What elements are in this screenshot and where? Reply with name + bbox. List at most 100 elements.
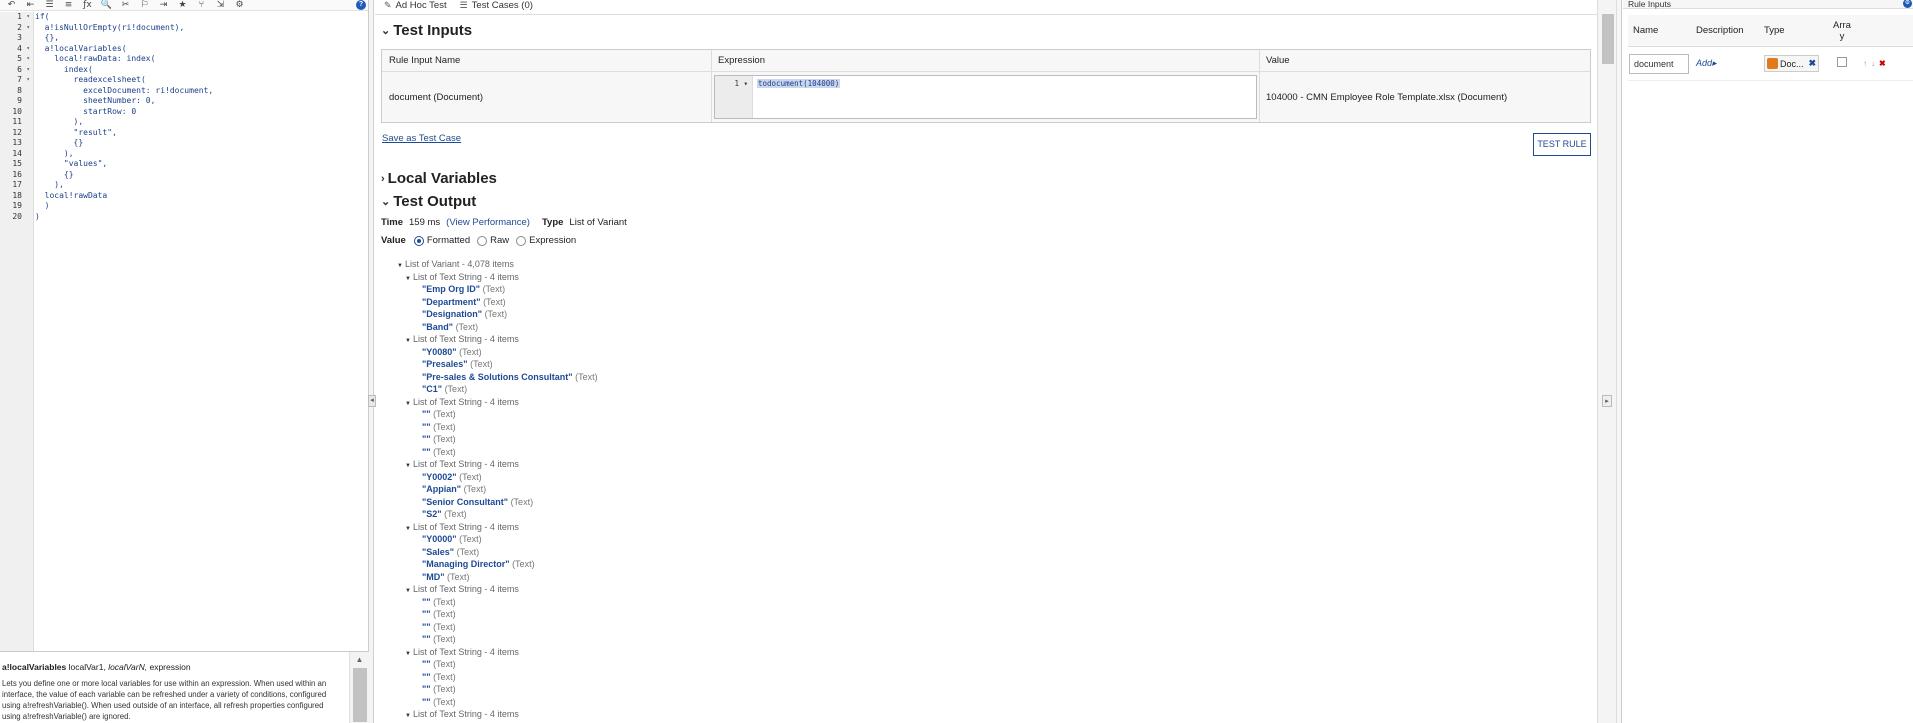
tree-group[interactable]: ▼ List of Text String - 4 items	[397, 396, 598, 409]
tree-group[interactable]: ▼ List of Text String - 4 items	[397, 583, 598, 596]
rule-designer: ↶ ⇤ ☰ ≡ ƒx 🔍 ✂ ⚐ ⇥ ★ ⑂ ⇲ ⚙? 1 ▾ 2 ▾ 3 4 ▾ 5 ▾ 6 ▾ 7 ▾ 8 9 10 11 12 13 1…	[0, 0, 1913, 723]
tree-group[interactable]: ▼ List of Text String - 4 items	[397, 271, 598, 284]
tree-group[interactable]: ▼ List of Text String - 4 items	[397, 458, 598, 471]
tree-group[interactable]: ▼ List of Text String - 4 items	[397, 646, 598, 659]
scroll-up-icon[interactable]: ▲	[350, 655, 369, 664]
toolbar-button[interactable]: ƒx	[78, 0, 97, 10]
toolbar-button[interactable]: ✂	[116, 0, 135, 10]
collapse-right-icon[interactable]: ▸	[1602, 395, 1612, 407]
fold-icon[interactable]: ▾	[26, 12, 30, 23]
code-line[interactable]: index(	[35, 65, 365, 76]
help-icon[interactable]: ?	[356, 0, 366, 10]
center-scrollbar[interactable]: ▸	[1597, 0, 1617, 723]
right-splitter[interactable]	[1617, 0, 1622, 723]
expression-input[interactable]: 1 ▾ todocument(104000)	[714, 75, 1257, 119]
tree-item-type: (Text)	[433, 634, 456, 644]
tree-item: "" (Text)	[397, 433, 598, 446]
toolbar-button[interactable]: ⇲	[211, 0, 230, 10]
tree-item-value: "Presales"	[422, 359, 468, 369]
code-line[interactable]: readexcelsheet(	[35, 75, 365, 86]
code-line[interactable]: "values",	[35, 159, 365, 170]
view-performance-link[interactable]: (View Performance)	[446, 217, 530, 228]
left-splitter[interactable]: ◂	[368, 0, 376, 723]
toolbar-button[interactable]: ⚙	[230, 0, 249, 10]
radio-button[interactable]	[477, 235, 488, 246]
tree-item-type: (Text)	[433, 621, 456, 632]
tab-test-cases[interactable]: ☰ Test Cases (0)	[457, 0, 543, 14]
tab-ad-hoc-test[interactable]: ✎ Ad Hoc Test	[381, 0, 457, 14]
toolbar-button[interactable]: ≡	[59, 0, 78, 10]
toolbar-button[interactable]: ↶	[2, 0, 21, 10]
toolbar-button[interactable]: ★	[173, 0, 192, 10]
move-up-icon[interactable]: ↑	[1863, 59, 1867, 68]
delete-icon[interactable]: ✖	[1879, 59, 1886, 68]
toolbar-button[interactable]: ⑂	[192, 0, 211, 10]
code-lines[interactable]: if( a!isNullOrEmpty(ri!document), {}, a!…	[35, 12, 365, 222]
code-line[interactable]: local!rawData	[35, 191, 365, 202]
fold-icon[interactable]: ▾	[26, 75, 30, 86]
tree-root[interactable]: ▼ List of Variant - 4,078 items	[397, 258, 598, 271]
toolbar-button[interactable]: ⚐	[135, 0, 154, 10]
doc-scrollbar[interactable]: ▲	[349, 652, 369, 723]
code-line[interactable]: if(	[35, 12, 365, 23]
clear-type-icon[interactable]: ✖	[1809, 58, 1817, 69]
tree-item-type: (Text)	[433, 434, 456, 444]
code-line[interactable]: excelDocument: ri!document,	[35, 86, 365, 97]
scroll-thumb[interactable]	[1602, 14, 1614, 64]
code-line[interactable]: ),	[35, 149, 365, 160]
code-line[interactable]: {},	[35, 33, 365, 44]
array-checkbox[interactable]	[1837, 57, 1847, 67]
test-rule-button[interactable]: TEST RULE	[1533, 133, 1591, 156]
table-header: Rule Input Name Expression Value	[382, 50, 1590, 72]
fold-icon[interactable]: ▾	[26, 65, 30, 76]
save-as-test-case-link[interactable]: Save as Test Case	[382, 133, 461, 144]
local-variables-header[interactable]: › Local Variables	[381, 170, 497, 187]
radio-expression[interactable]: Expression	[516, 235, 576, 246]
radio-formatted[interactable]: Formatted	[413, 235, 470, 246]
test-output-header[interactable]: ⌄ Test Output	[381, 193, 476, 210]
tree-item-value: ""	[422, 659, 431, 669]
tree-item-value: ""	[422, 446, 431, 457]
function-documentation: a!localVariables localVar1, localVarN, e…	[0, 651, 369, 723]
fold-icon[interactable]: ▾	[26, 23, 30, 34]
code-line[interactable]: )	[35, 212, 365, 223]
col-array: Array	[1833, 19, 1851, 42]
code-line[interactable]: "result",	[35, 128, 365, 139]
toolbar-button[interactable]: ☰	[40, 0, 59, 10]
move-down-icon[interactable]: ↓	[1871, 59, 1875, 68]
tree-item-type: (Text)	[444, 509, 467, 519]
radio-button[interactable]	[516, 235, 527, 246]
tree-group[interactable]: ▼ List of Text String - 4 items	[397, 521, 598, 534]
tree-group[interactable]: ▼ List of Text String - 4 items	[397, 333, 598, 346]
code-line[interactable]: startRow: 0	[35, 107, 365, 118]
scroll-thumb[interactable]	[353, 668, 367, 722]
code-editor[interactable]: 1 ▾ 2 ▾ 3 4 ▾ 5 ▾ 6 ▾ 7 ▾ 8 9 10 11 12 13 14 15 16 17 18 19 20 if…	[0, 12, 368, 652]
expand-toggle-icon[interactable]: ▼	[405, 710, 413, 723]
code-line[interactable]: a!localVariables(	[35, 44, 365, 55]
code-line[interactable]: a!isNullOrEmpty(ri!document),	[35, 23, 365, 34]
code-line[interactable]: {}	[35, 170, 365, 181]
code-line[interactable]: ),	[35, 117, 365, 128]
code-line[interactable]: {}	[35, 138, 365, 149]
code-line[interactable]: sheetNumber: 0,	[35, 96, 365, 107]
type-picker[interactable]: Doc... ✖	[1764, 55, 1820, 72]
toolbar-button[interactable]: 🔍	[97, 0, 116, 10]
tree-item: "Senior Consultant" (Text)	[397, 496, 598, 509]
toolbar-button[interactable]: ⇥	[154, 0, 173, 10]
line-number-text: 15	[12, 159, 22, 168]
add-description-link[interactable]: Add▸	[1696, 58, 1717, 68]
code-line[interactable]: local!rawData: index(	[35, 54, 365, 65]
toolbar-button[interactable]: ⇤	[21, 0, 40, 10]
rule-input-name-field[interactable]: document	[1629, 53, 1689, 74]
fold-icon[interactable]: ▾	[26, 44, 30, 55]
code-line[interactable]: )	[35, 201, 365, 212]
radio-raw[interactable]: Raw	[477, 235, 509, 246]
expression-text[interactable]: todocument(104000)	[757, 79, 841, 88]
radio-button[interactable]	[413, 235, 424, 246]
line-number-text: 11	[12, 117, 22, 126]
tree-group[interactable]: ▼ List of Text String - 4 items	[397, 708, 598, 721]
code-line[interactable]: ),	[35, 180, 365, 191]
test-inputs-header[interactable]: ⌄ Test Inputs	[381, 22, 472, 39]
fold-icon[interactable]: ▾	[26, 54, 30, 65]
settings-icon[interactable]: ⚙	[1903, 0, 1912, 8]
